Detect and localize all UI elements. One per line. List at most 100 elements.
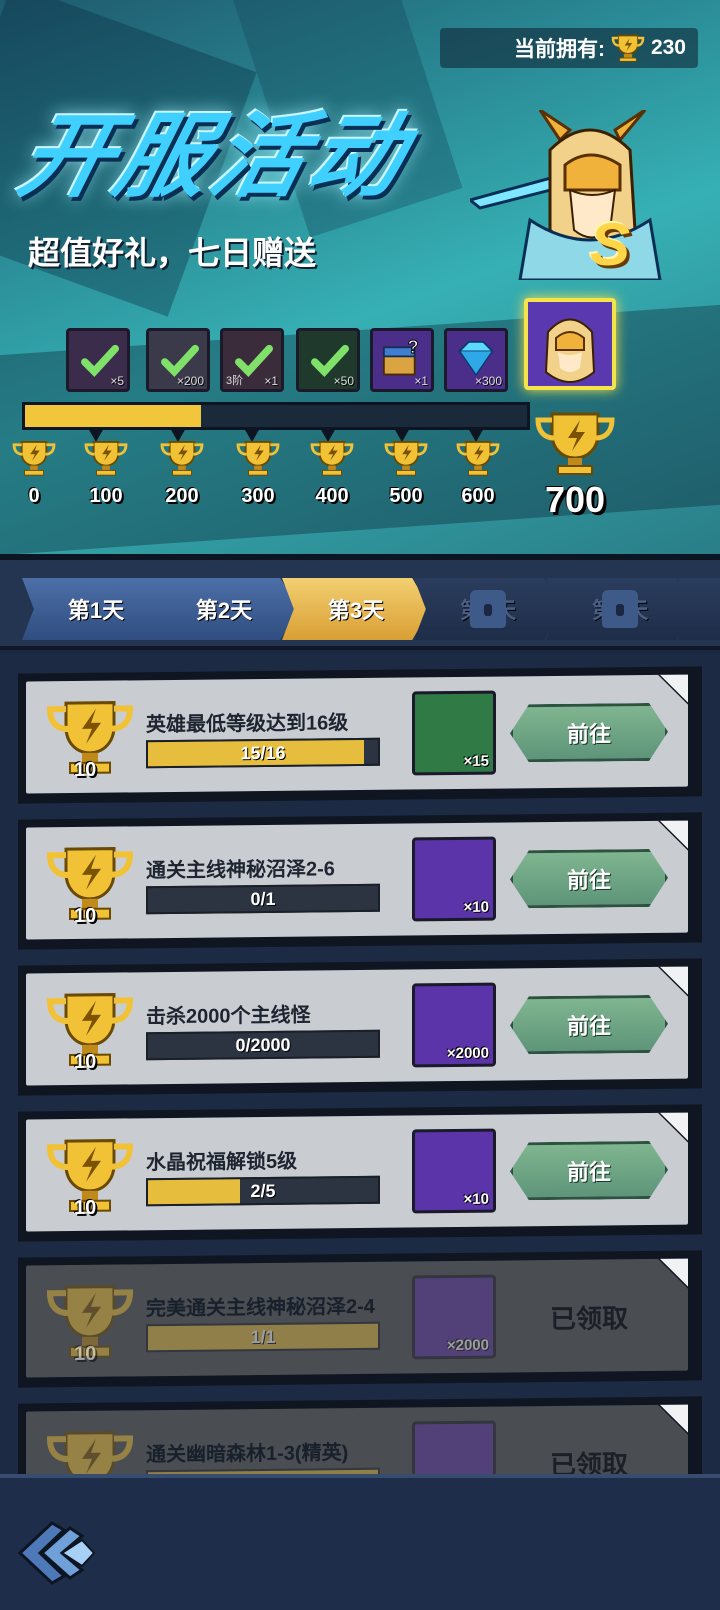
svg-text:?: ? <box>407 337 418 357</box>
tab-day-2[interactable]: 第2天 <box>150 578 298 640</box>
milestone-value: 600 <box>461 485 495 507</box>
task-progress-text: 15/16 <box>240 742 286 764</box>
task-progress-bar: 2/5 <box>146 1175 380 1207</box>
final-milestone-value: 700 <box>544 479 606 520</box>
task-row: 10 完美通关主线神秘沼泽2-4 1/1 ×2000 已领取 <box>18 1250 702 1388</box>
final-hero-reward[interactable] <box>524 298 616 390</box>
milestone-reward-item[interactable]: ? ×1 <box>370 328 434 392</box>
task-card: 10 击杀2000个主线怪 0/2000 ×2000 前往 <box>26 966 688 1086</box>
task-card: 10 通关主线神秘沼泽2-6 0/1 ×10 前往 <box>26 820 688 940</box>
milestone: 100 <box>76 440 136 508</box>
event-banner: 当前拥有: 230 开服活动 超值好礼，七日赠送 S ×5 ×200 3阶 ×1 <box>0 0 720 560</box>
reward-qty: ×1 <box>414 374 428 388</box>
task-reward-qty: ×15 <box>463 752 489 770</box>
corner-fold <box>658 1112 688 1143</box>
final-milestone: 700 <box>520 410 630 521</box>
claimed-label: 已领取 <box>549 1302 628 1334</box>
task-points: 10 <box>74 1196 97 1219</box>
task-progress-text: 0/1 <box>250 888 276 910</box>
milestone-value: 100 <box>89 485 123 507</box>
task-title: 通关幽暗森林1-3(精英) <box>146 1442 349 1467</box>
lock-icon <box>470 590 506 628</box>
task-card: 10 英雄最低等级达到16级 15/16 ×15 前往 <box>26 674 688 794</box>
milestone-value: 300 <box>241 485 275 507</box>
tab-day-1[interactable]: 第1天 <box>22 578 170 640</box>
task-card: 10 水晶祝福解锁5级 2/5 ×10 前往 <box>26 1112 688 1232</box>
task-row: 10 水晶祝福解锁5级 2/5 ×10 前往 <box>18 1104 702 1242</box>
task-reward-item[interactable] <box>412 1420 496 1474</box>
task-reward-item[interactable]: ×10 <box>412 1128 496 1214</box>
task-title: 通关主线神秘沼泽2-6 <box>146 858 335 883</box>
task-reward-item[interactable]: ×10 <box>412 836 496 922</box>
task-title: 击杀2000个主线怪 <box>146 1004 311 1029</box>
corner-fold <box>658 1404 688 1435</box>
milestone-progress-bar <box>22 402 530 430</box>
task-reward-qty: ×10 <box>463 1190 489 1208</box>
go-button[interactable]: 前往 <box>510 849 668 909</box>
event-subtitle: 超值好礼，七日赠送 <box>28 235 317 271</box>
milestone-reward-item[interactable]: ×200 <box>146 328 210 392</box>
task-row: 10 击杀2000个主线怪 0/2000 ×2000 前往 <box>18 958 702 1096</box>
milestone: 0 <box>4 440 64 508</box>
go-button[interactable]: 前往 <box>510 703 668 763</box>
reward-qty: ×5 <box>110 374 124 388</box>
milestone-value: 0 <box>28 485 40 507</box>
milestone-reward-item[interactable]: ×50 <box>296 328 360 392</box>
task-row: 10 通关主线神秘沼泽2-6 0/1 ×10 前往 <box>18 812 702 950</box>
go-button[interactable]: 前往 <box>510 995 668 1055</box>
reward-qty: ×200 <box>176 374 204 388</box>
task-list[interactable]: 10 英雄最低等级达到16级 15/16 ×15 前往 10 通关主线神秘沼泽2… <box>0 654 720 1474</box>
milestone-reward-item[interactable]: ×5 <box>66 328 130 392</box>
milestone-value: 500 <box>389 485 423 507</box>
milestone-reward-item[interactable]: 3阶 ×1 <box>220 328 284 392</box>
task-progress-text: 0/2000 <box>235 1034 291 1056</box>
tab-day-4[interactable]: 第4天 <box>414 578 562 640</box>
task-reward-item[interactable]: ×15 <box>412 690 496 776</box>
task-reward-qty: ×10 <box>463 898 489 916</box>
task-row: 10 通关幽暗森林1-3(精英) 已领取 <box>18 1396 702 1474</box>
reward-qty: ×1 <box>264 374 278 388</box>
trophy-icon <box>456 440 500 476</box>
task-points: 10 <box>74 904 97 927</box>
tab-day-3[interactable]: 第3天 <box>282 578 430 640</box>
task-reward-item[interactable]: ×2000 <box>412 982 496 1068</box>
trophy-icon <box>535 412 615 475</box>
task-title: 水晶祝福解锁5级 <box>146 1150 298 1175</box>
lock-icon <box>602 590 638 628</box>
milestone-value: 400 <box>315 485 349 507</box>
task-title: 完美通关主线神秘沼泽2-4 <box>146 1295 375 1321</box>
trophy-icon <box>310 440 354 476</box>
task-reward-qty: ×2000 <box>446 1044 489 1063</box>
go-button[interactable]: 前往 <box>510 1141 668 1201</box>
milestone: 200 <box>152 440 212 508</box>
task-points: 10 <box>74 758 97 781</box>
trophy-icon <box>84 440 128 476</box>
milestone: 400 <box>302 440 362 508</box>
claimed-label: 已领取 <box>549 1448 628 1474</box>
trophy-icon <box>236 440 280 476</box>
task-progress-text: 1/1 <box>250 1326 276 1348</box>
trophy-icon <box>384 440 428 476</box>
task-progress-bar: 0/1 <box>146 883 380 915</box>
trophy-icon <box>611 34 645 62</box>
task-reward-qty: ×2000 <box>446 1336 489 1355</box>
milestone: 600 <box>448 440 508 508</box>
task-title: 英雄最低等级达到16级 <box>146 712 349 737</box>
owned-label: 当前拥有: <box>513 38 605 61</box>
task-progress-text: 2/5 <box>250 1180 276 1202</box>
owned-count: 230 <box>650 36 686 59</box>
reward-qty: ×50 <box>333 374 354 388</box>
milestone-reward-item[interactable]: ×300 <box>444 328 508 392</box>
hero-rank-badge: S <box>590 211 631 278</box>
back-button[interactable] <box>12 1518 102 1588</box>
task-points: 10 <box>74 1050 97 1073</box>
reward-tier: 3阶 <box>226 375 244 387</box>
task-reward-item[interactable]: ×2000 <box>412 1274 496 1360</box>
tab-more[interactable] <box>678 578 720 640</box>
task-row: 10 英雄最低等级达到16级 15/16 ×15 前往 <box>18 666 702 804</box>
event-title: 开服活动 <box>9 106 419 208</box>
trophy-icon <box>12 440 56 476</box>
task-progress-bar: 0/2000 <box>146 1029 380 1061</box>
milestone-progress-fill <box>25 405 201 427</box>
tab-day-5[interactable]: 第5天 <box>546 578 694 640</box>
